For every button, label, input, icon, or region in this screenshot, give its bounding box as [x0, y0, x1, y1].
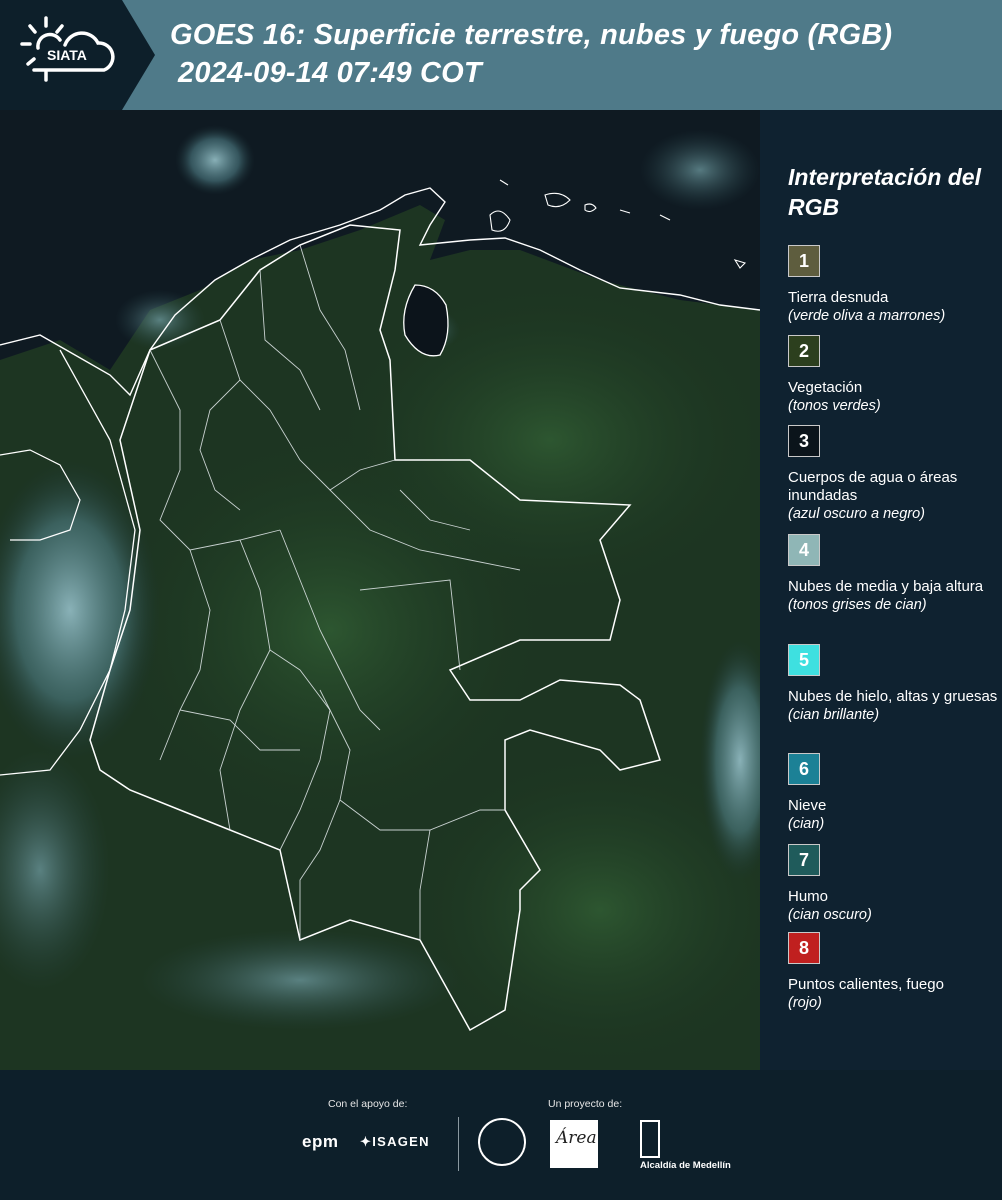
- legend-sub-4: (tonos grises de cian): [788, 597, 927, 613]
- isagen-logo: ✦ISAGEN: [360, 1134, 430, 1150]
- legend-sub-3: (azul oscuro a negro): [788, 506, 926, 522]
- legend-item-6: 6 Nieve (cian): [788, 753, 998, 833]
- legend-sub-5: (cian brillante): [788, 707, 880, 723]
- seal-logo: [478, 1118, 526, 1166]
- support-label: Con el apoyo de:: [328, 1098, 408, 1110]
- footer-divider: [458, 1117, 459, 1171]
- siata-logo: SIATA: [0, 0, 155, 110]
- legend-sub-1: (verde oliva a marrones): [788, 308, 946, 324]
- legend-sub-7: (cian oscuro): [788, 907, 872, 923]
- legend-label-2: Vegetación: [788, 379, 863, 396]
- title-line-2: 2024-09-14 07:49 COT: [178, 57, 482, 89]
- legend-swatch-7: 7: [788, 844, 820, 876]
- legend-swatch-8: 8: [788, 932, 820, 964]
- alcaldia-crest-icon: [640, 1120, 660, 1158]
- isagen-text: ISAGEN: [372, 1134, 430, 1149]
- legend-item-7: 7 Humo (cian oscuro): [788, 844, 998, 924]
- footer-bar: Con el apoyo de: Un proyecto de: epm ✦IS…: [0, 1070, 1002, 1200]
- legend-item-2: 2 Vegetación (tonos verdes): [788, 335, 998, 415]
- legend-label-8: Puntos calientes, fuego: [788, 976, 944, 993]
- legend-swatch-6: 6: [788, 753, 820, 785]
- header-bar: SIATA GOES 16: Superficie terrestre, nub…: [0, 0, 1002, 110]
- legend-swatch-3: 3: [788, 425, 820, 457]
- title-line-1: GOES 16: Superficie terrestre, nubes y f…: [170, 19, 893, 51]
- legend-item-5: 5 Nubes de hielo, altas y gruesas (cian …: [788, 644, 998, 724]
- area-metropolitana-logo: Área: [550, 1120, 598, 1168]
- legend-label-1: Tierra desnuda: [788, 289, 889, 306]
- map-svg: [0, 110, 760, 1070]
- legend-label-6: Nieve: [788, 797, 827, 814]
- legend-sub-2: (tonos verdes): [788, 398, 881, 414]
- legend-item-8: 8 Puntos calientes, fuego (rojo): [788, 932, 998, 1012]
- legend-label-5: Nubes de hielo, altas y gruesas: [788, 688, 998, 705]
- project-label: Un proyecto de:: [548, 1098, 623, 1110]
- epm-logo: epm: [302, 1132, 339, 1151]
- legend-item-3: 3 Cuerpos de agua o áreas inundadas (azu…: [788, 425, 998, 523]
- legend-swatch-5: 5: [788, 644, 820, 676]
- legend-title: Interpretación del RGB: [788, 164, 981, 220]
- area-logo-text: Área: [556, 1128, 597, 1148]
- legend-sub-6: (cian): [788, 816, 825, 832]
- legend-swatch-4: 4: [788, 534, 820, 566]
- logo-text: SIATA: [47, 47, 87, 63]
- legend-sub-8: (rojo): [788, 995, 822, 1011]
- legend-item-1: 1 Tierra desnuda (verde oliva a marrones…: [788, 245, 998, 325]
- legend-swatch-1: 1: [788, 245, 820, 277]
- legend-panel: Interpretación del RGB 1 Tierra desnuda …: [760, 110, 1002, 1070]
- alcaldia-label: Alcaldía de Medellín: [640, 1160, 731, 1171]
- legend-swatch-2: 2: [788, 335, 820, 367]
- legend-label-3: Cuerpos de agua o áreas inundadas: [788, 469, 958, 504]
- legend-label-4: Nubes de media y baja altura: [788, 578, 984, 595]
- legend-item-4: 4 Nubes de media y baja altura (tonos gr…: [788, 534, 998, 614]
- isagen-icon: ✦: [360, 1134, 373, 1149]
- legend-label-7: Humo: [788, 888, 829, 905]
- page-title: GOES 16: Superficie terrestre, nubes y f…: [170, 16, 892, 92]
- satellite-map[interactable]: [0, 110, 760, 1070]
